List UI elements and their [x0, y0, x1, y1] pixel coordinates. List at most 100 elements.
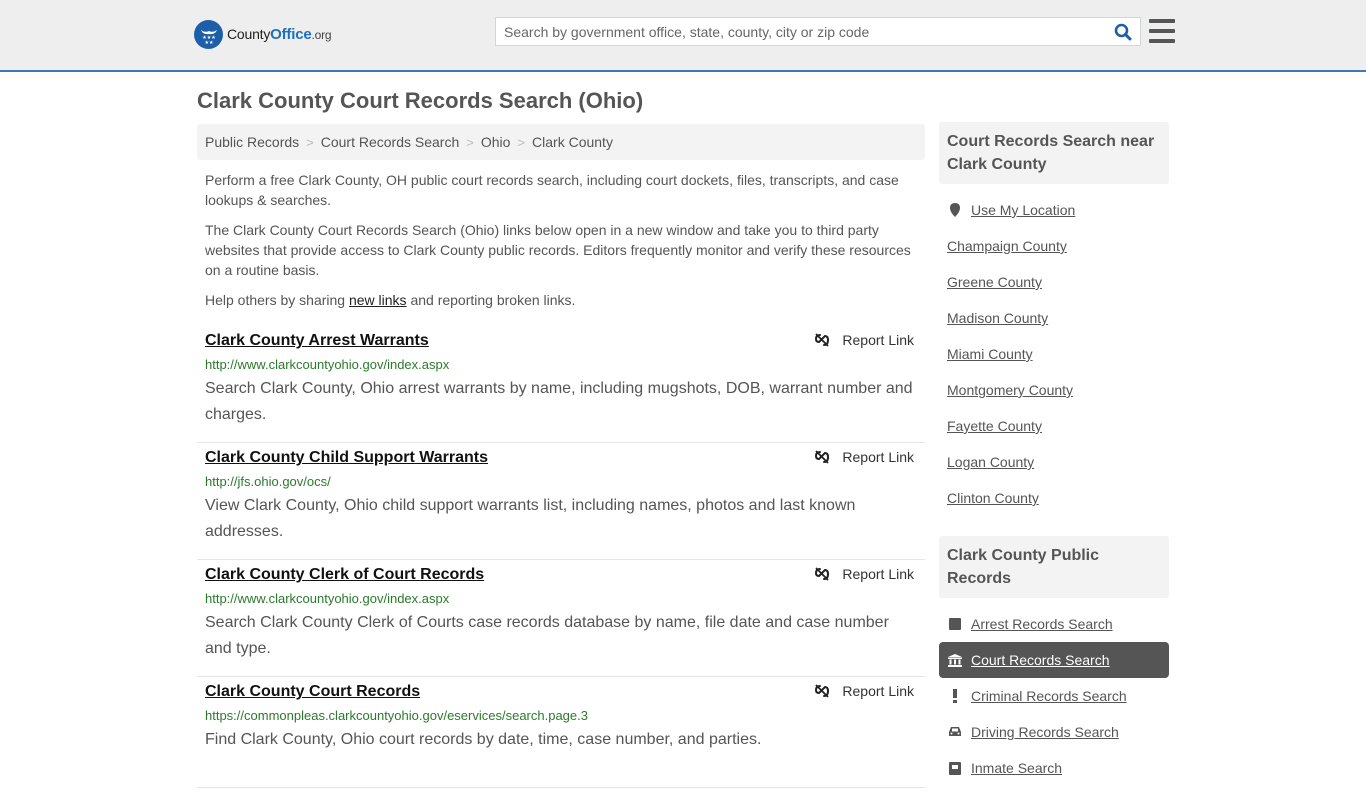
- nearby-county-link[interactable]: Champaign County: [947, 238, 1067, 254]
- breadcrumb: Public Records > Court Records Search > …: [197, 124, 925, 160]
- nearby-county-item: Champaign County: [939, 228, 1169, 264]
- nearby-county-link[interactable]: Madison County: [947, 310, 1048, 326]
- logo-text-tld: .org: [311, 28, 332, 42]
- intro-p3-text-end: and reporting broken links.: [406, 292, 576, 308]
- public-records-item: Inmate Search: [939, 750, 1169, 786]
- nearby-county-item: Clinton County: [939, 480, 1169, 516]
- menu-bar: [1149, 29, 1175, 33]
- result-item: Clark County Court Records Report Link h…: [197, 677, 925, 788]
- report-link-button[interactable]: Report Link: [814, 566, 914, 582]
- broken-link-icon: [815, 333, 830, 347]
- broken-link-icon: [815, 684, 830, 698]
- breadcrumb-separator: >: [517, 134, 526, 150]
- public-records-item-active: Court Records Search: [939, 642, 1169, 678]
- nearby-county-link[interactable]: Clinton County: [947, 490, 1039, 506]
- breadcrumb-public-records[interactable]: Public Records: [205, 134, 299, 150]
- inmate-icon: [947, 761, 963, 775]
- site-logo[interactable]: ★★★ ★★ CountyOffice.org: [194, 20, 332, 49]
- logo-text: CountyOffice.org: [227, 26, 332, 43]
- breadcrumb-clark-county[interactable]: Clark County: [532, 134, 613, 150]
- svg-text:★★: ★★: [204, 40, 213, 46]
- intro-paragraph-3: Help others by sharing new links and rep…: [205, 290, 920, 310]
- map-pin-icon: [947, 203, 963, 217]
- result-description: View Clark County, Ohio child support wa…: [205, 497, 856, 540]
- result-url: https://commonpleas.clarkcountyohio.gov/…: [205, 708, 588, 723]
- result-description: Find Clark County, Ohio court records by…: [205, 731, 762, 748]
- nearby-county-item: Madison County: [939, 300, 1169, 336]
- report-link-label: Report Link: [842, 566, 914, 582]
- court-records-link[interactable]: Court Records Search: [971, 652, 1110, 668]
- result-url: http://www.clarkcountyohio.gov/index.asp…: [205, 591, 450, 606]
- result-title-link[interactable]: Clark County Child Support Warrants: [205, 449, 488, 467]
- nearby-county-item: Fayette County: [939, 408, 1169, 444]
- menu-bar: [1149, 39, 1175, 43]
- result-title-link[interactable]: Clark County Arrest Warrants: [205, 332, 429, 350]
- arrest-records-link[interactable]: Arrest Records Search: [971, 616, 1113, 632]
- result-title-link[interactable]: Clark County Court Records: [205, 683, 420, 701]
- menu-bar: [1149, 19, 1175, 23]
- nearby-county-link[interactable]: Logan County: [947, 454, 1034, 470]
- logo-text-county: County: [227, 26, 271, 42]
- inmate-search-link[interactable]: Inmate Search: [971, 760, 1062, 776]
- result-title-link[interactable]: Clark County Clerk of Court Records: [205, 566, 484, 584]
- courthouse-icon: [947, 653, 963, 667]
- report-link-button[interactable]: Report Link: [814, 449, 914, 465]
- top-header: ★★★ ★★ CountyOffice.org: [0, 0, 1366, 72]
- nearby-county-item: Montgomery County: [939, 372, 1169, 408]
- result-description: Search Clark County, Ohio arrest warrant…: [205, 380, 913, 423]
- breadcrumb-court-records-search[interactable]: Court Records Search: [321, 134, 460, 150]
- report-link-label: Report Link: [842, 449, 914, 465]
- results-list: Clark County Arrest Warrants Report Link…: [197, 326, 925, 788]
- hamburger-menu-button[interactable]: [1149, 19, 1175, 43]
- logo-text-office: Office: [270, 26, 312, 43]
- public-records-list: Arrest Records Search Court Records Sear…: [939, 598, 1169, 794]
- nearby-county-item: Greene County: [939, 264, 1169, 300]
- intro-paragraph-1: Perform a free Clark County, OH public c…: [205, 172, 899, 208]
- intro-text: Perform a free Clark County, OH public c…: [205, 170, 920, 320]
- report-link-button[interactable]: Report Link: [814, 332, 914, 348]
- search-button[interactable]: [1106, 18, 1140, 45]
- report-link-button[interactable]: Report Link: [814, 683, 914, 699]
- search-input[interactable]: [496, 18, 1106, 45]
- breadcrumb-ohio[interactable]: Ohio: [481, 134, 511, 150]
- nearby-county-link[interactable]: Greene County: [947, 274, 1042, 290]
- use-my-location-item: Use My Location: [939, 192, 1169, 228]
- nearby-list: Use My Location Champaign County Greene …: [939, 184, 1169, 524]
- public-records-item: Criminal Records Search: [939, 678, 1169, 714]
- report-link-label: Report Link: [842, 332, 914, 348]
- exclamation-icon: [947, 689, 963, 703]
- breadcrumb-separator: >: [306, 134, 314, 150]
- nearby-heading: Court Records Search near Clark County: [939, 122, 1169, 184]
- nearby-county-link[interactable]: Miami County: [947, 346, 1033, 362]
- search-box: [495, 17, 1141, 46]
- intro-paragraph-2: The Clark County Court Records Search (O…: [205, 222, 911, 278]
- result-url: http://jfs.ohio.gov/ocs/: [205, 474, 331, 489]
- square-icon: [947, 618, 963, 630]
- report-link-label: Report Link: [842, 683, 914, 699]
- result-url: http://www.clarkcountyohio.gov/index.asp…: [205, 357, 450, 372]
- nearby-county-item: Logan County: [939, 444, 1169, 480]
- broken-link-icon: [815, 567, 830, 581]
- criminal-records-link[interactable]: Criminal Records Search: [971, 688, 1127, 704]
- new-links-link[interactable]: new links: [349, 292, 407, 308]
- nearby-county-item: Miami County: [939, 336, 1169, 372]
- page-title: Clark County Court Records Search (Ohio): [197, 88, 644, 113]
- public-records-item: Arrest Records Search: [939, 606, 1169, 642]
- use-my-location-link[interactable]: Use My Location: [971, 202, 1075, 218]
- result-item: Clark County Clerk of Court Records Repo…: [197, 560, 925, 677]
- intro-p3-text: Help others by sharing: [205, 292, 349, 308]
- search-icon: [1114, 23, 1132, 40]
- public-records-heading: Clark County Public Records: [939, 536, 1169, 598]
- sidebar: Court Records Search near Clark County U…: [939, 122, 1169, 794]
- nearby-county-link[interactable]: Fayette County: [947, 418, 1042, 434]
- eagle-logo-icon: ★★★ ★★: [194, 20, 223, 49]
- result-item: Clark County Child Support Warrants Repo…: [197, 443, 925, 560]
- broken-link-icon: [815, 450, 830, 464]
- driving-records-link[interactable]: Driving Records Search: [971, 724, 1119, 740]
- result-description: Search Clark County Clerk of Courts case…: [205, 614, 889, 657]
- breadcrumb-separator: >: [466, 134, 474, 150]
- result-item: Clark County Arrest Warrants Report Link…: [197, 326, 925, 443]
- nearby-county-link[interactable]: Montgomery County: [947, 382, 1073, 398]
- public-records-item: Driving Records Search: [939, 714, 1169, 750]
- car-icon: [947, 726, 963, 738]
